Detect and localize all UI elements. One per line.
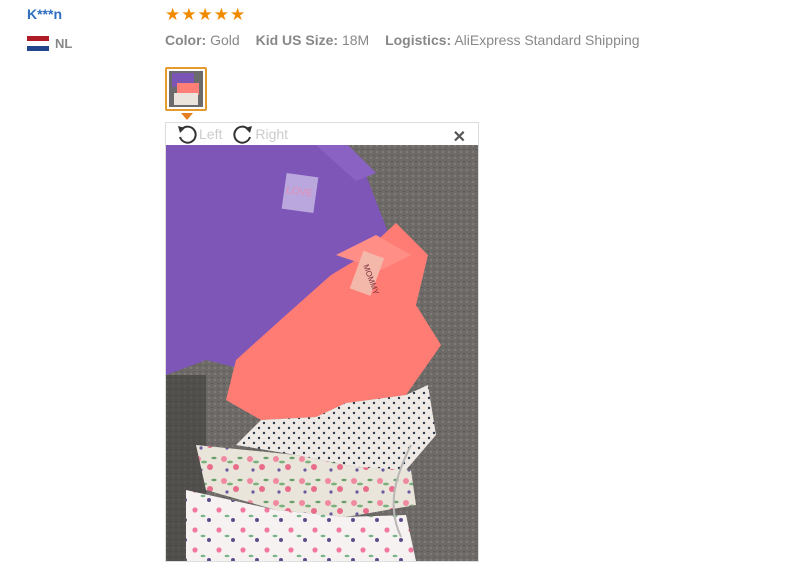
viewer-toolbar: Left Right ✕ [166, 123, 478, 147]
star-icon: ★ [181, 5, 197, 24]
order-attributes: Color: Gold Kid US Size: 18M Logistics: … [165, 32, 652, 48]
attr-key-color: Color: [165, 32, 207, 48]
rotate-right-icon [233, 125, 253, 144]
attr-key-logistics: Logistics: [385, 32, 452, 48]
rotate-left-button[interactable]: Left [176, 124, 222, 144]
close-icon[interactable]: ✕ [453, 127, 466, 147]
attr-key-size: Kid US Size: [255, 32, 339, 48]
reviewer-country: NL [27, 36, 72, 51]
reviewer-name: K***n [27, 6, 63, 22]
thumbnail-pointer [181, 113, 193, 120]
rotate-right-label: Right [255, 126, 289, 142]
netherlands-flag-icon [27, 36, 49, 51]
attr-value-logistics: AliExpress Standard Shipping [454, 32, 640, 48]
image-viewer: Left Right ✕ LOVE MOMMY [165, 122, 479, 562]
attr-value-color: Gold [210, 32, 240, 48]
star-icon: ★ [197, 5, 213, 24]
rotate-right-button[interactable]: Right [232, 124, 288, 144]
country-code: NL [55, 36, 73, 51]
attr-value-size: 18M [341, 32, 370, 48]
star-icon: ★ [230, 5, 246, 24]
star-icon: ★ [213, 5, 229, 24]
rotate-left-label: Left [199, 126, 223, 142]
rotate-left-icon [178, 125, 197, 144]
review-image-thumbnail[interactable] [165, 67, 207, 111]
rating-stars: ★ ★ ★ ★ ★ [165, 6, 245, 24]
review-photo: LOVE MOMMY [166, 145, 478, 561]
star-icon: ★ [165, 5, 181, 24]
